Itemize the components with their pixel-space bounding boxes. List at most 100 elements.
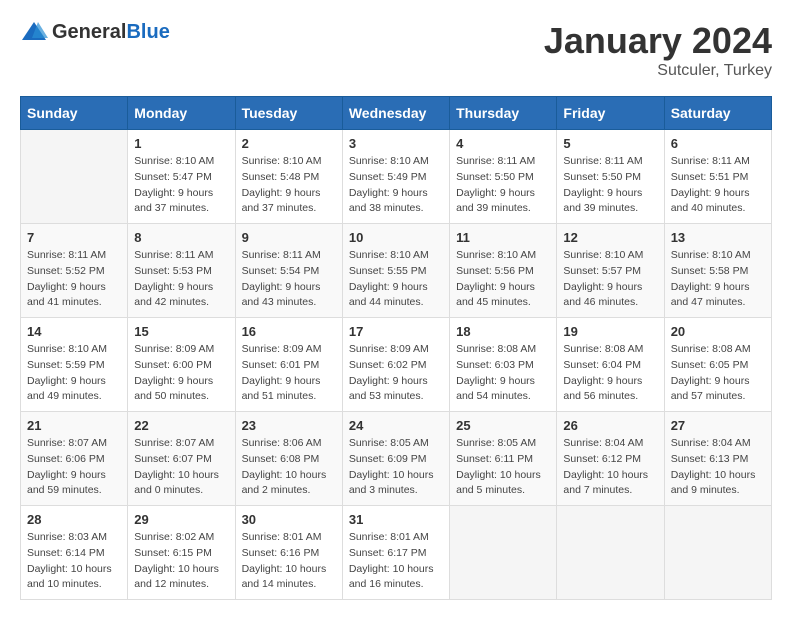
weekday-row: SundayMondayTuesdayWednesdayThursdayFrid… [21, 97, 772, 130]
day-info: Sunrise: 8:11 AM Sunset: 5:51 PM Dayligh… [671, 154, 765, 217]
day-info: Sunrise: 8:10 AM Sunset: 5:56 PM Dayligh… [456, 248, 550, 311]
day-info: Sunrise: 8:10 AM Sunset: 5:58 PM Dayligh… [671, 248, 765, 311]
weekday-header-friday: Friday [557, 97, 664, 130]
day-info: Sunrise: 8:08 AM Sunset: 6:04 PM Dayligh… [563, 342, 657, 405]
calendar-cell: 22 Sunrise: 8:07 AM Sunset: 6:07 PM Dayli… [128, 412, 235, 506]
calendar-cell: 2 Sunrise: 8:10 AM Sunset: 5:48 PM Daylig… [235, 130, 342, 224]
calendar-week-1: 7Sunrise: 8:11 AM Sunset: 5:52 PM Daylig… [21, 224, 772, 318]
day-number: 26 [563, 418, 657, 433]
day-info: Sunrise: 8:10 AM Sunset: 5:59 PM Dayligh… [27, 342, 121, 405]
calendar-week-4: 28 Sunrise: 8:03 AM Sunset: 6:14 PM Dayli… [21, 506, 772, 600]
weekday-header-tuesday: Tuesday [235, 97, 342, 130]
day-number: 30 [242, 512, 336, 527]
calendar-cell: 19Sunrise: 8:08 AM Sunset: 6:04 PM Dayli… [557, 318, 664, 412]
page-header: GeneralBlue January 2024 Sutculer, Turke… [20, 20, 772, 80]
calendar-cell [557, 506, 664, 600]
calendar-cell: 13Sunrise: 8:10 AM Sunset: 5:58 PM Dayli… [664, 224, 771, 318]
title-area: January 2024 Sutculer, Turkey [544, 20, 772, 80]
calendar-cell: 8 Sunrise: 8:11 AM Sunset: 5:53 PM Daylig… [128, 224, 235, 318]
day-info: Sunrise: 8:04 AM Sunset: 6:12 PM Dayligh… [563, 436, 657, 499]
day-info: Sunrise: 8:04 AM Sunset: 6:13 PM Dayligh… [671, 436, 765, 499]
day-number: 24 [349, 418, 443, 433]
calendar-cell: 24 Sunrise: 8:05 AM Sunset: 6:09 PM Dayli… [342, 412, 449, 506]
day-info: Sunrise: 8:11 AM Sunset: 5:52 PM Dayligh… [27, 248, 121, 311]
day-info: Sunrise: 8:10 AM Sunset: 5:48 PM Dayligh… [242, 154, 336, 217]
calendar-cell: 3 Sunrise: 8:10 AM Sunset: 5:49 PM Daylig… [342, 130, 449, 224]
day-info: Sunrise: 8:05 AM Sunset: 6:09 PM Dayligh… [349, 436, 443, 499]
calendar-cell: 10 Sunrise: 8:10 AM Sunset: 5:55 PM Dayli… [342, 224, 449, 318]
calendar-cell: 31Sunrise: 8:01 AM Sunset: 6:17 PM Dayli… [342, 506, 449, 600]
day-info: Sunrise: 8:10 AM Sunset: 5:47 PM Dayligh… [134, 154, 228, 217]
day-number: 9 [242, 230, 336, 245]
day-number: 16 [242, 324, 336, 339]
day-number: 1 [134, 136, 228, 151]
calendar-cell: 11 Sunrise: 8:10 AM Sunset: 5:56 PM Dayli… [450, 224, 557, 318]
day-number: 15 [134, 324, 228, 339]
calendar-cell: 15 Sunrise: 8:09 AM Sunset: 6:00 PM Dayli… [128, 318, 235, 412]
logo-general: General [52, 21, 126, 43]
day-info: Sunrise: 8:11 AM Sunset: 5:53 PM Dayligh… [134, 248, 228, 311]
calendar-cell: 1 Sunrise: 8:10 AM Sunset: 5:47 PM Daylig… [128, 130, 235, 224]
day-number: 5 [563, 136, 657, 151]
calendar-cell: 28 Sunrise: 8:03 AM Sunset: 6:14 PM Dayli… [21, 506, 128, 600]
day-number: 17 [349, 324, 443, 339]
day-info: Sunrise: 8:03 AM Sunset: 6:14 PM Dayligh… [27, 530, 121, 593]
calendar-cell: 30 Sunrise: 8:01 AM Sunset: 6:16 PM Dayli… [235, 506, 342, 600]
day-info: Sunrise: 8:08 AM Sunset: 6:03 PM Dayligh… [456, 342, 550, 405]
calendar-cell: 20 Sunrise: 8:08 AM Sunset: 6:05 PM Dayli… [664, 318, 771, 412]
day-number: 25 [456, 418, 550, 433]
day-number: 21 [27, 418, 121, 433]
day-number: 20 [671, 324, 765, 339]
day-number: 4 [456, 136, 550, 151]
day-number: 12 [563, 230, 657, 245]
day-info: Sunrise: 8:11 AM Sunset: 5:50 PM Dayligh… [456, 154, 550, 217]
day-number: 14 [27, 324, 121, 339]
day-number: 3 [349, 136, 443, 151]
calendar-cell: 6Sunrise: 8:11 AM Sunset: 5:51 PM Daylig… [664, 130, 771, 224]
calendar-cell: 18 Sunrise: 8:08 AM Sunset: 6:03 PM Dayli… [450, 318, 557, 412]
calendar-cell [21, 130, 128, 224]
calendar-cell: 27Sunrise: 8:04 AM Sunset: 6:13 PM Dayli… [664, 412, 771, 506]
day-info: Sunrise: 8:11 AM Sunset: 5:50 PM Dayligh… [563, 154, 657, 217]
day-info: Sunrise: 8:07 AM Sunset: 6:07 PM Dayligh… [134, 436, 228, 499]
calendar-cell [664, 506, 771, 600]
day-number: 22 [134, 418, 228, 433]
calendar-week-2: 14 Sunrise: 8:10 AM Sunset: 5:59 PM Dayli… [21, 318, 772, 412]
calendar-table: SundayMondayTuesdayWednesdayThursdayFrid… [20, 96, 772, 600]
day-number: 28 [27, 512, 121, 527]
calendar-week-0: 1 Sunrise: 8:10 AM Sunset: 5:47 PM Daylig… [21, 130, 772, 224]
day-info: Sunrise: 8:05 AM Sunset: 6:11 PM Dayligh… [456, 436, 550, 499]
day-number: 2 [242, 136, 336, 151]
day-info: Sunrise: 8:01 AM Sunset: 6:17 PM Dayligh… [349, 530, 443, 593]
day-number: 29 [134, 512, 228, 527]
main-title: January 2024 [544, 20, 772, 62]
logo: GeneralBlue [20, 20, 170, 44]
calendar-cell: 21 Sunrise: 8:07 AM Sunset: 6:06 PM Dayli… [21, 412, 128, 506]
calendar-cell: 25 Sunrise: 8:05 AM Sunset: 6:11 PM Dayli… [450, 412, 557, 506]
day-number: 11 [456, 230, 550, 245]
day-info: Sunrise: 8:10 AM Sunset: 5:57 PM Dayligh… [563, 248, 657, 311]
day-info: Sunrise: 8:09 AM Sunset: 6:00 PM Dayligh… [134, 342, 228, 405]
day-info: Sunrise: 8:11 AM Sunset: 5:54 PM Dayligh… [242, 248, 336, 311]
day-info: Sunrise: 8:10 AM Sunset: 5:49 PM Dayligh… [349, 154, 443, 217]
weekday-header-thursday: Thursday [450, 97, 557, 130]
day-number: 23 [242, 418, 336, 433]
calendar-cell: 9 Sunrise: 8:11 AM Sunset: 5:54 PM Daylig… [235, 224, 342, 318]
day-number: 18 [456, 324, 550, 339]
calendar-cell [450, 506, 557, 600]
subtitle: Sutculer, Turkey [544, 62, 772, 80]
calendar-cell: 4 Sunrise: 8:11 AM Sunset: 5:50 PM Daylig… [450, 130, 557, 224]
day-info: Sunrise: 8:07 AM Sunset: 6:06 PM Dayligh… [27, 436, 121, 499]
day-info: Sunrise: 8:01 AM Sunset: 6:16 PM Dayligh… [242, 530, 336, 593]
day-number: 8 [134, 230, 228, 245]
day-number: 10 [349, 230, 443, 245]
day-info: Sunrise: 8:10 AM Sunset: 5:55 PM Dayligh… [349, 248, 443, 311]
calendar-cell: 7Sunrise: 8:11 AM Sunset: 5:52 PM Daylig… [21, 224, 128, 318]
calendar-cell: 17Sunrise: 8:09 AM Sunset: 6:02 PM Dayli… [342, 318, 449, 412]
day-info: Sunrise: 8:06 AM Sunset: 6:08 PM Dayligh… [242, 436, 336, 499]
day-info: Sunrise: 8:02 AM Sunset: 6:15 PM Dayligh… [134, 530, 228, 593]
day-info: Sunrise: 8:08 AM Sunset: 6:05 PM Dayligh… [671, 342, 765, 405]
weekday-header-sunday: Sunday [21, 97, 128, 130]
calendar-cell: 26 Sunrise: 8:04 AM Sunset: 6:12 PM Dayli… [557, 412, 664, 506]
weekday-header-saturday: Saturday [664, 97, 771, 130]
